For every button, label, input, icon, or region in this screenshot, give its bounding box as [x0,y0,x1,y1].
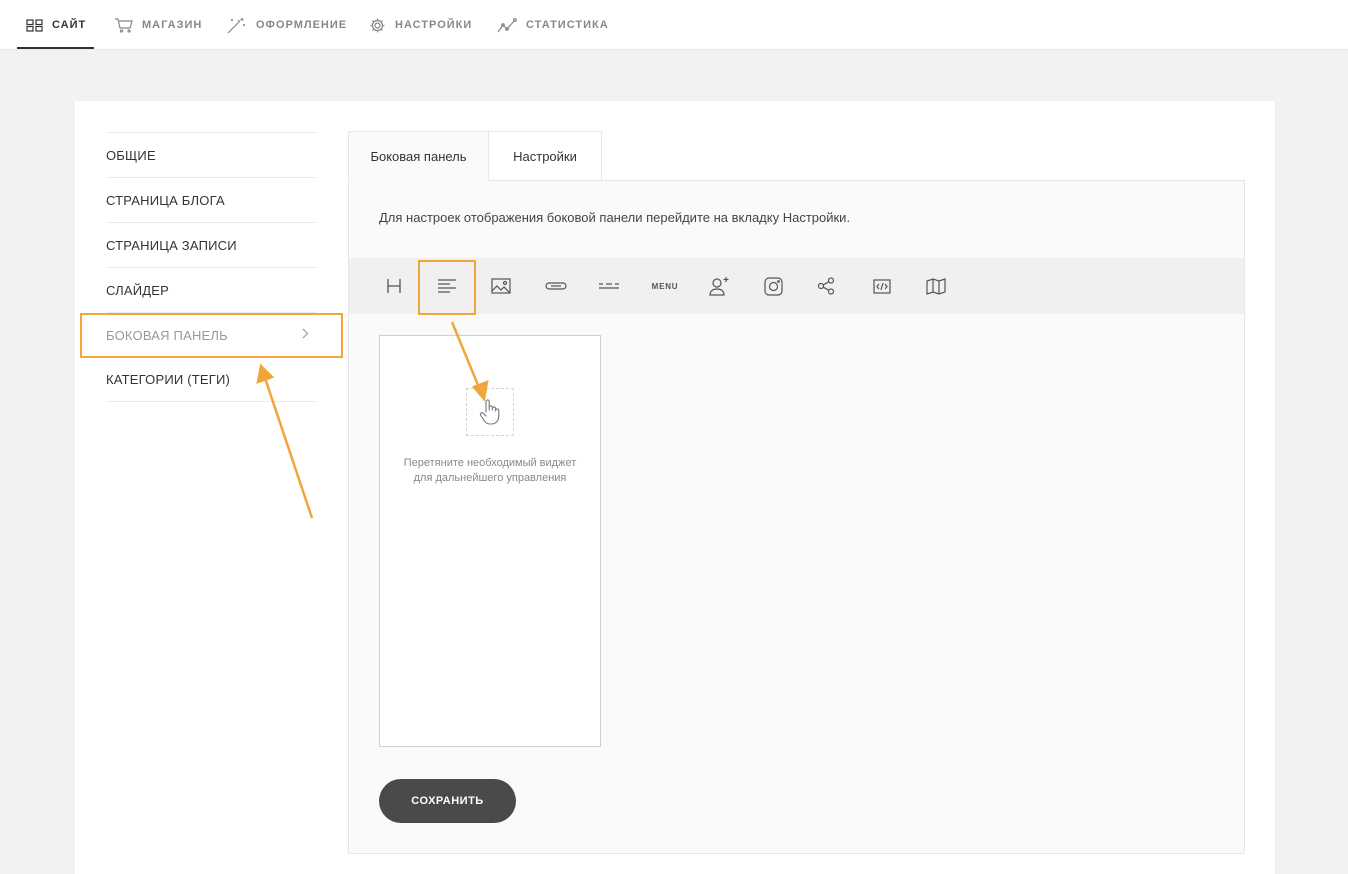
widget-instagram[interactable] [745,258,801,314]
drop-hint: Перетяните необходимый виджет для дальне… [379,456,601,486]
hand-pointer-icon [479,399,500,425]
nav-label: САЙТ [52,19,87,31]
grid-icon [26,18,43,32]
highlight-frame-widget [418,260,476,315]
menu-item-blog-page[interactable]: СТРАНИЦА БЛОГА [106,177,317,222]
widget-share[interactable] [798,258,854,314]
save-button[interactable]: СОХРАНИТЬ [379,779,516,823]
nav-label: НАСТРОЙКИ [395,19,473,31]
menu-item-label: СЛАЙДЕР [106,282,170,298]
nav-label: СТАТИСТИКА [526,19,609,31]
heading-icon [387,279,401,293]
drop-hint-line: Перетяните необходимый виджет [403,457,577,469]
nav-item-design[interactable]: ОФОРМЛЕНИЕ [226,0,347,50]
menu-item-general[interactable]: ОБЩИЕ [106,132,317,177]
cart-icon [115,18,133,33]
nav-item-settings[interactable]: НАСТРОЙКИ [369,0,472,50]
instagram-icon [763,276,783,296]
drop-hint-line: для дальнейшего управления [413,472,567,484]
drop-target[interactable] [466,388,514,436]
top-navigation: САЙТ МАГАЗИН ОФОРМЛЕНИЕ НАСТРОЙКИ СТАТИС… [0,0,1348,50]
map-icon [926,277,946,295]
tab-label: Боковая панель [370,148,467,164]
button-icon [545,282,567,290]
nav-label: МАГАЗИН [142,19,203,31]
tab-label: Настройки [513,148,577,164]
info-text: Для настроек отображения боковой панели … [379,210,851,225]
tab-sidebar[interactable]: Боковая панель [348,131,489,181]
widget-image[interactable] [473,258,529,314]
menu-item-label: СТРАНИЦА ЗАПИСИ [106,237,237,253]
divider-icon [599,283,619,289]
active-nav-underline [17,47,94,49]
menu-item-categories[interactable]: КАТЕГОРИИ (ТЕГИ) [106,357,317,402]
widget-heading[interactable] [366,258,422,314]
nav-item-site[interactable]: САЙТ [26,0,86,50]
share-icon [817,277,835,295]
user-add-icon [709,277,729,296]
magic-wand-icon [227,17,245,33]
gear-icon [370,18,385,32]
nav-label: ОФОРМЛЕНИЕ [256,19,348,31]
widget-button[interactable] [528,258,584,314]
menu-item-label: СТРАНИЦА БЛОГА [106,192,225,208]
highlight-frame-menu [80,313,343,358]
menu-text: MENU [651,281,679,291]
chart-line-icon [497,18,517,33]
menu-item-post-page[interactable]: СТРАНИЦА ЗАПИСИ [106,222,317,267]
widget-menu[interactable]: MENU [637,258,693,314]
widget-user[interactable] [691,258,747,314]
widget-code[interactable] [854,258,910,314]
widget-map[interactable] [908,258,964,314]
code-icon [873,278,891,294]
menu-item-slider[interactable]: СЛАЙДЕР [106,267,317,312]
nav-item-statistics[interactable]: СТАТИСТИКА [497,0,609,50]
tab-settings[interactable]: Настройки [488,131,602,181]
widget-divider[interactable] [581,258,637,314]
menu-item-label: КАТЕГОРИИ (ТЕГИ) [106,372,231,387]
menu-item-label: ОБЩИЕ [106,147,156,163]
blog-settings-menu: ОБЩИЕ СТРАНИЦА БЛОГА СТРАНИЦА ЗАПИСИ СЛА… [106,132,317,402]
image-icon [491,278,511,294]
nav-item-shop[interactable]: МАГАЗИН [114,0,202,50]
